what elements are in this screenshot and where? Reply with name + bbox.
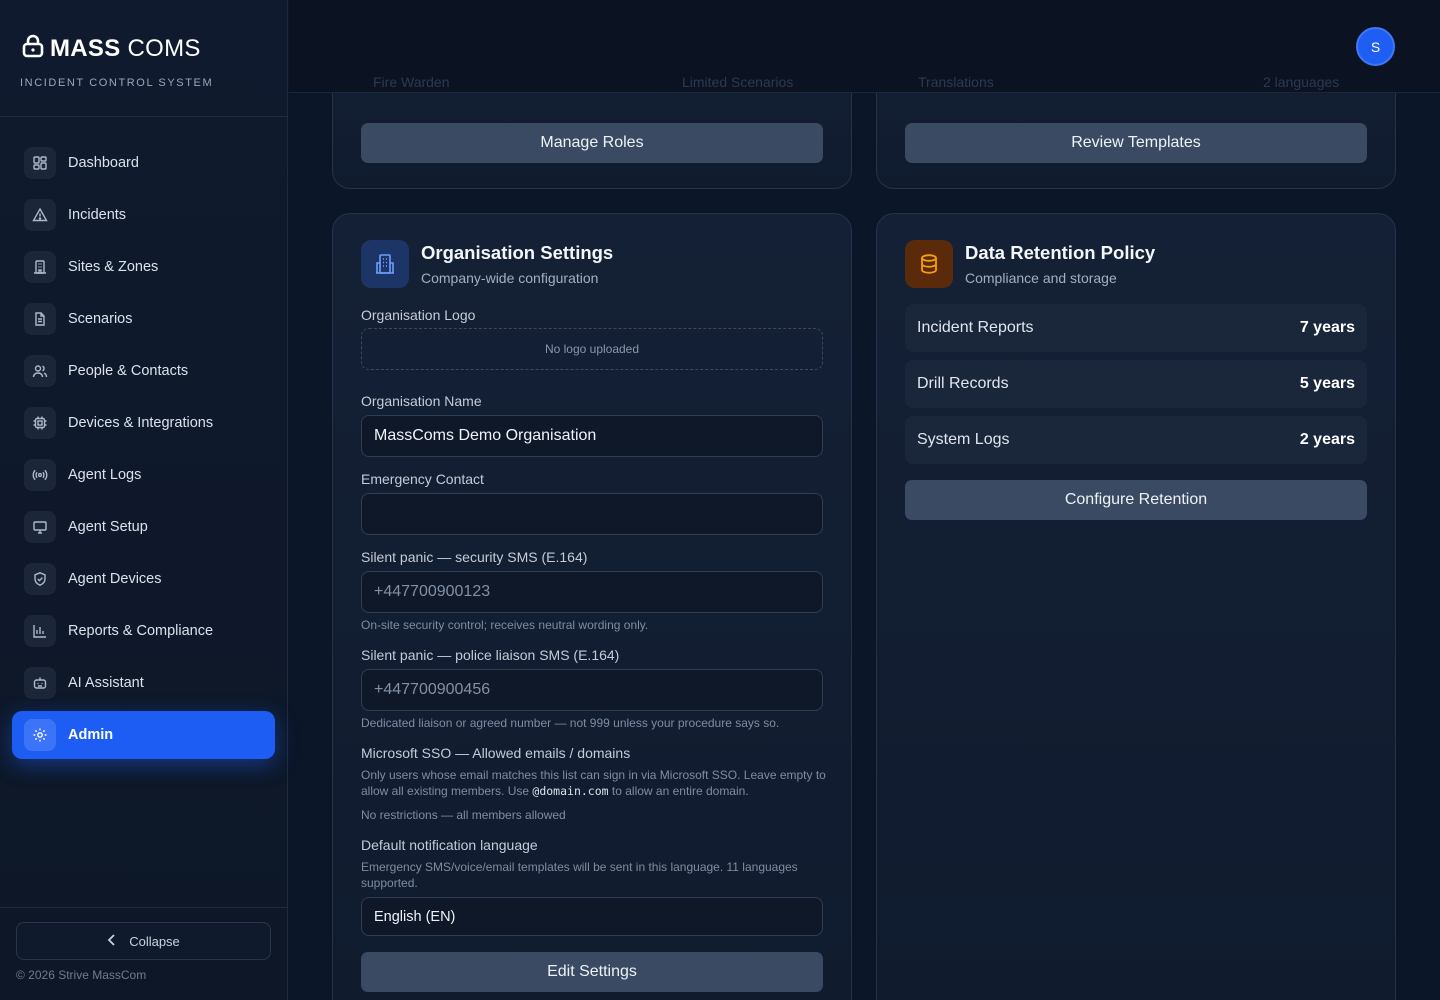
ghost-text-limited-scenarios: Limited Scenarios bbox=[682, 74, 794, 90]
manage-roles-button[interactable]: Manage Roles bbox=[361, 123, 823, 163]
sidebar-item-label: People & Contacts bbox=[68, 363, 189, 379]
sidebar-item-label: Devices & Integrations bbox=[68, 415, 214, 431]
card-title: Organisation Settings bbox=[421, 242, 614, 263]
monitor-icon bbox=[24, 511, 56, 543]
retention-row: System Logs 2 years bbox=[905, 416, 1367, 464]
language-select[interactable]: English (EN) bbox=[361, 897, 823, 936]
sidebar-item-reports-compliance[interactable]: Reports & Compliance bbox=[12, 607, 275, 655]
sidebar-divider bbox=[0, 116, 287, 117]
sidebar-item-agent-setup[interactable]: Agent Setup bbox=[12, 503, 275, 551]
brand: MASS COMS INCIDENT CONTROL SYSTEM bbox=[20, 34, 214, 90]
sidebar-item-devices-integrations[interactable]: Devices & Integrations bbox=[12, 399, 275, 447]
organisation-settings-card: Organisation Settings Company-wide confi… bbox=[332, 213, 852, 1000]
data-retention-card: Data Retention Policy Compliance and sto… bbox=[876, 213, 1396, 1000]
sidebar-item-label: Reports & Compliance bbox=[68, 623, 214, 639]
sidebar-nav: Dashboard Incidents Sites & Zones Scenar… bbox=[12, 139, 275, 763]
language-label: Default notification language bbox=[361, 837, 538, 853]
logo-label: Organisation Logo bbox=[361, 307, 476, 323]
retention-name: Incident Reports bbox=[917, 319, 1034, 336]
sidebar-item-label: AI Assistant bbox=[68, 675, 144, 691]
chevron-left-icon bbox=[107, 933, 117, 950]
sso-label: Microsoft SSO — Allowed emails / domains bbox=[361, 745, 631, 761]
card-subtitle: Compliance and storage bbox=[965, 270, 1117, 286]
chip-icon bbox=[24, 407, 56, 439]
org-name-label: Organisation Name bbox=[361, 393, 482, 409]
security-sms-label: Silent panic — security SMS (E.164) bbox=[361, 549, 588, 565]
sidebar-item-scenarios[interactable]: Scenarios bbox=[12, 295, 275, 343]
sidebar-bottom-divider bbox=[0, 907, 287, 908]
lock-logo-icon bbox=[22, 34, 44, 63]
emergency-contact-label: Emergency Contact bbox=[361, 471, 484, 487]
sso-hint: Only users whose email matches this list… bbox=[361, 768, 826, 798]
topbar: Fire Warden Limited Scenarios Translatio… bbox=[289, 0, 1440, 93]
retention-row: Incident Reports 7 years bbox=[905, 304, 1367, 352]
ghost-text-fire-warden: Fire Warden bbox=[373, 74, 450, 90]
sidebar-item-label: Agent Logs bbox=[68, 467, 142, 483]
sidebar-item-people-contacts[interactable]: People & Contacts bbox=[12, 347, 275, 395]
avatar[interactable]: S bbox=[1356, 27, 1395, 66]
ghost-text-languages: 2 languages bbox=[1263, 74, 1340, 90]
sidebar-item-label: Scenarios bbox=[68, 311, 133, 327]
retention-name: Drill Records bbox=[917, 375, 1009, 392]
sidebar-item-label: Agent Setup bbox=[68, 519, 148, 535]
card-header: Data Retention Policy Compliance and sto… bbox=[905, 240, 1155, 288]
sidebar-item-dashboard[interactable]: Dashboard bbox=[12, 139, 275, 187]
review-templates-button[interactable]: Review Templates bbox=[905, 123, 1367, 163]
gear-icon bbox=[24, 719, 56, 751]
retention-row: Drill Records 5 years bbox=[905, 360, 1367, 408]
copyright: © 2026 Strive MassCom bbox=[16, 968, 147, 982]
building-icon bbox=[24, 251, 56, 283]
logo-upload-area[interactable]: No logo uploaded bbox=[361, 328, 823, 370]
police-sms-hint: Dedicated liaison or agreed number — not… bbox=[361, 716, 780, 730]
sidebar-item-admin[interactable]: Admin bbox=[12, 711, 275, 759]
sidebar-item-label: Dashboard bbox=[68, 155, 139, 171]
sidebar-item-incidents[interactable]: Incidents bbox=[12, 191, 275, 239]
broadcast-icon bbox=[24, 459, 56, 491]
security-sms-input[interactable] bbox=[361, 571, 823, 613]
police-sms-input[interactable] bbox=[361, 669, 823, 711]
sidebar-item-ai-assistant[interactable]: AI Assistant bbox=[12, 659, 275, 707]
card-title: Data Retention Policy bbox=[965, 242, 1156, 263]
security-sms-hint: On-site security control; receives neutr… bbox=[361, 618, 649, 632]
emergency-contact-input[interactable] bbox=[361, 493, 823, 535]
sidebar-item-label: Sites & Zones bbox=[68, 259, 159, 275]
language-hint: Emergency SMS/voice/email templates will… bbox=[361, 860, 798, 890]
sidebar-item-agent-logs[interactable]: Agent Logs bbox=[12, 451, 275, 499]
alert-triangle-icon bbox=[24, 199, 56, 231]
police-sms-label: Silent panic — police liaison SMS (E.164… bbox=[361, 647, 620, 663]
sidebar-item-label: Incidents bbox=[68, 207, 127, 223]
sidebar: MASS COMS INCIDENT CONTROL SYSTEM Dashbo… bbox=[0, 0, 288, 1000]
edit-settings-button[interactable]: Edit Settings bbox=[361, 952, 823, 992]
bar-chart-icon bbox=[24, 615, 56, 647]
sidebar-item-label: Admin bbox=[68, 727, 114, 743]
card-header: Organisation Settings Company-wide confi… bbox=[361, 240, 613, 288]
collapse-label: Collapse bbox=[129, 933, 180, 949]
database-icon bbox=[905, 240, 953, 288]
bot-icon bbox=[24, 667, 56, 699]
brand-subtitle: INCIDENT CONTROL SYSTEM bbox=[20, 77, 214, 89]
collapse-button[interactable]: Collapse bbox=[16, 922, 271, 960]
sso-status: No restrictions — all members allowed bbox=[361, 808, 566, 822]
brand-title: MASS COMS bbox=[50, 34, 201, 62]
card-subtitle: Company-wide configuration bbox=[421, 270, 599, 286]
org-name-input[interactable] bbox=[361, 415, 823, 457]
sidebar-item-agent-devices[interactable]: Agent Devices bbox=[12, 555, 275, 603]
sidebar-item-label: Agent Devices bbox=[68, 571, 162, 587]
retention-value: 5 years bbox=[1299, 375, 1355, 392]
retention-name: System Logs bbox=[917, 431, 1010, 448]
users-icon bbox=[24, 355, 56, 387]
retention-value: 7 years bbox=[1299, 319, 1355, 336]
sidebar-item-sites-zones[interactable]: Sites & Zones bbox=[12, 243, 275, 291]
retention-value: 2 years bbox=[1299, 431, 1355, 448]
dashboard-icon bbox=[24, 147, 56, 179]
ghost-text-translations: Translations bbox=[918, 74, 994, 90]
shield-icon bbox=[24, 563, 56, 595]
configure-retention-button[interactable]: Configure Retention bbox=[905, 480, 1367, 520]
document-icon bbox=[24, 303, 56, 335]
building-icon bbox=[361, 240, 409, 288]
